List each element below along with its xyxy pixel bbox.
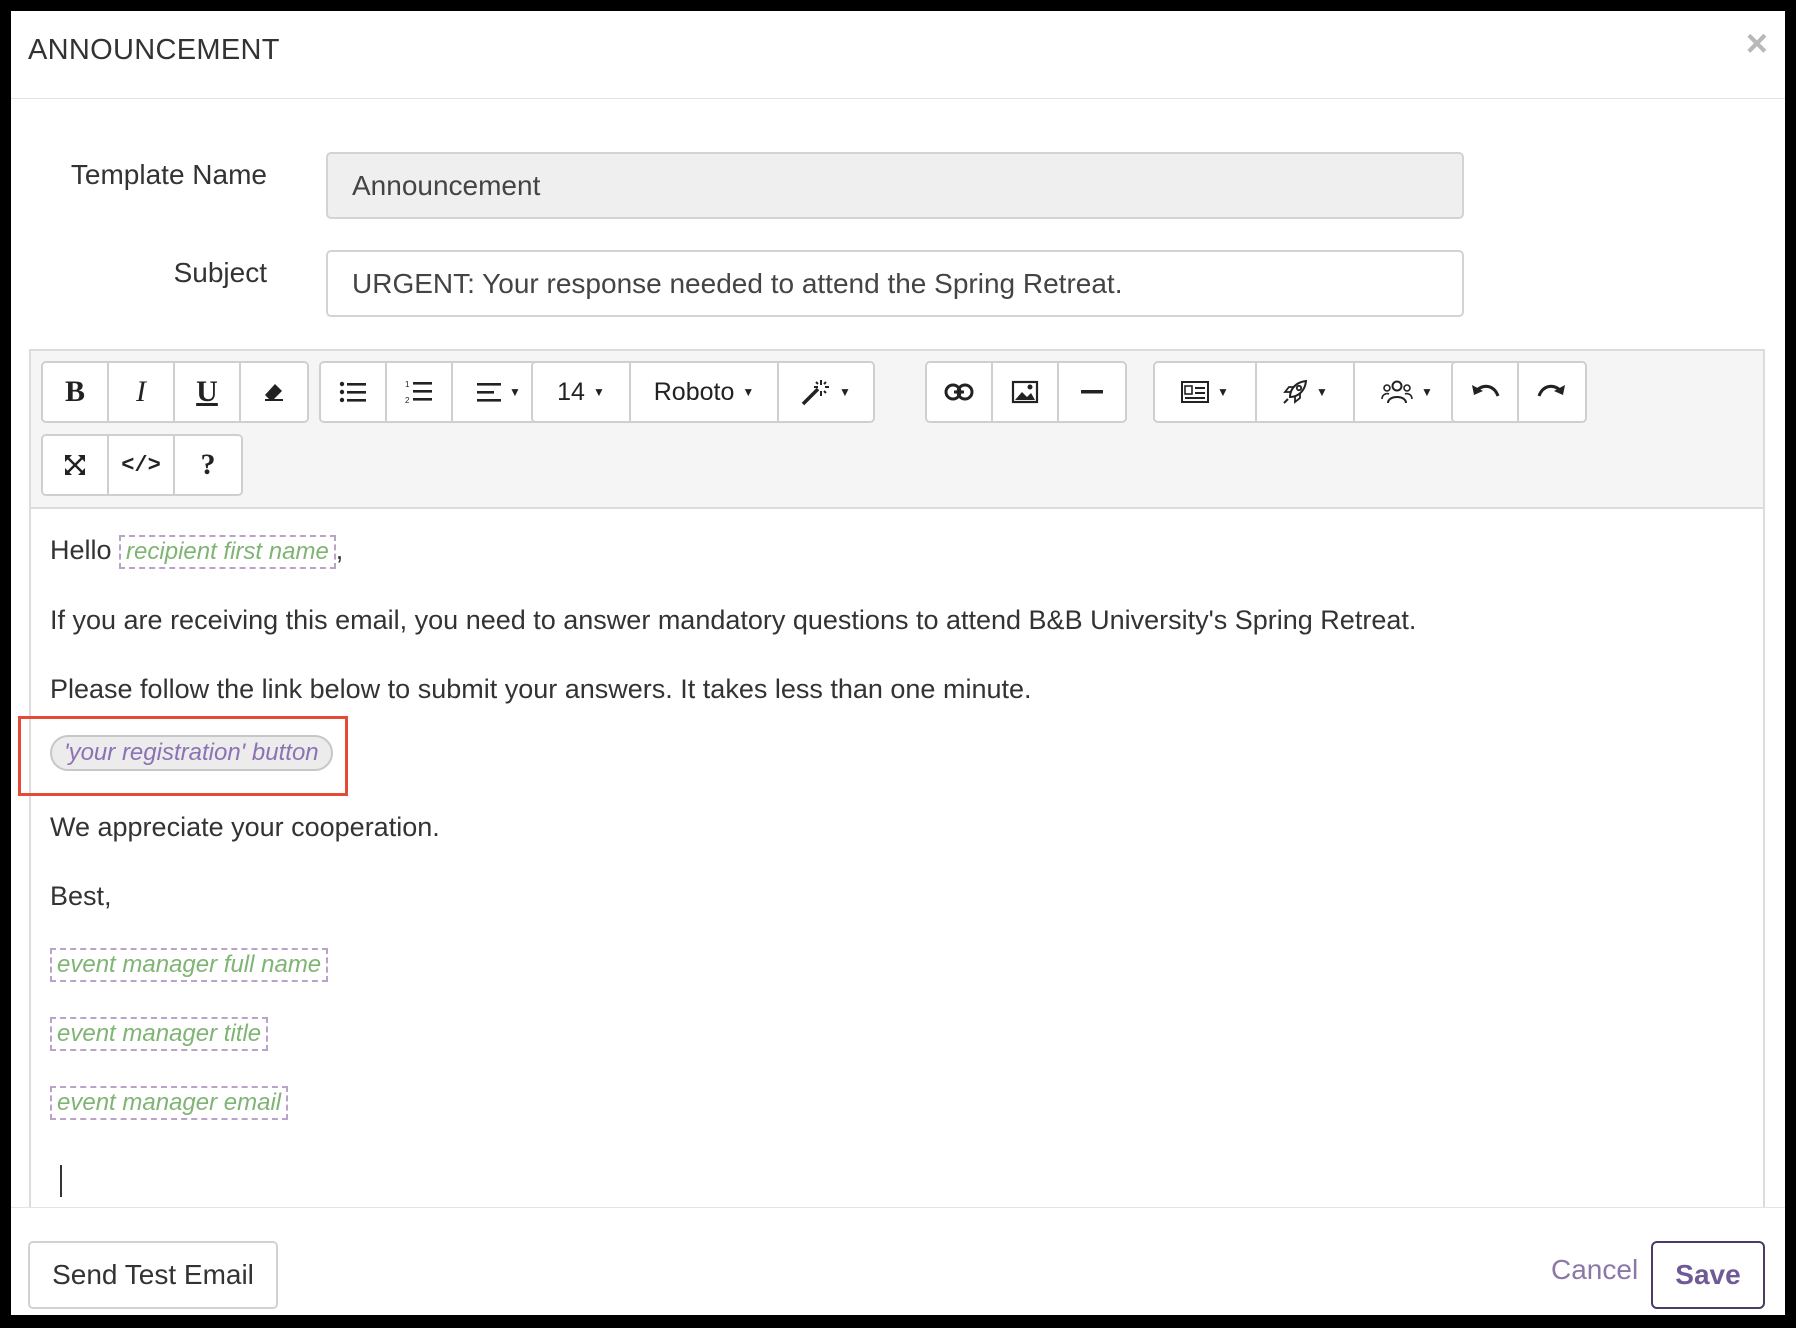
bold-button[interactable]: B <box>43 363 109 421</box>
save-button[interactable]: Save <box>1651 1241 1765 1309</box>
recipient-first-name-token[interactable]: recipient first name <box>119 535 336 569</box>
chevron-down-icon: ▼ <box>839 385 851 399</box>
insert-group <box>925 361 1127 423</box>
link-button[interactable] <box>927 363 993 421</box>
code-view-icon: </> <box>121 452 161 478</box>
align-icon <box>477 383 502 402</box>
dialog-footer: Send Test Email Cancel Save <box>11 1207 1785 1315</box>
signoff[interactable]: Best, <box>50 881 112 912</box>
font-group: 14 ▼ Roboto ▼ ▼ <box>531 361 875 423</box>
dialog-header: ANNOUNCEMENT × <box>11 11 1785 99</box>
close-icon[interactable]: × <box>1746 25 1768 63</box>
subject-label: Subject <box>173 257 267 288</box>
font-size-dropdown[interactable]: 14 ▼ <box>533 363 631 421</box>
paragraph-group: 12 ▼ <box>319 361 547 423</box>
ordered-list-icon: 12 <box>405 380 432 405</box>
event-fields-dropdown[interactable]: ▼ <box>1257 363 1355 421</box>
redo-icon <box>1537 384 1565 397</box>
underline-button[interactable]: U <box>175 363 241 421</box>
paragraph-3[interactable]: We appreciate your cooperation. <box>50 812 440 843</box>
registration-button-token[interactable]: 'your registration' button <box>50 735 333 771</box>
chevron-down-icon: ▼ <box>1217 385 1229 399</box>
registration-button-line[interactable]: 'your registration' button <box>50 735 333 771</box>
event-manager-full-name-token[interactable]: event manager full name <box>50 948 329 982</box>
svg-text:1: 1 <box>405 380 410 389</box>
svg-text:2: 2 <box>405 396 410 405</box>
underline-icon: U <box>196 375 218 408</box>
fullscreen-icon <box>65 455 85 475</box>
chevron-down-icon: ▼ <box>1421 385 1433 399</box>
rocket-icon <box>1283 379 1308 404</box>
dialog-title: ANNOUNCEMENT <box>28 34 280 66</box>
view-group: </> ? <box>41 434 243 496</box>
manager-email-line[interactable]: event manager email <box>50 1086 289 1120</box>
editor-toolbar: B I U 12 ▼ 14 ▼ Roboto ▼ ▼ ▼ ▼ ▼ </> ? <box>31 351 1763 509</box>
help-button[interactable]: ? <box>175 436 241 494</box>
people-fields-dropdown[interactable]: ▼ <box>1355 363 1459 421</box>
magic-wand-icon <box>801 380 830 406</box>
horizontal-rule-icon <box>1081 390 1103 394</box>
ordered-list-button[interactable]: 12 <box>387 363 453 421</box>
greeting-line[interactable]: Hello recipient first name, <box>50 535 343 569</box>
bold-icon: B <box>64 375 85 408</box>
horizontal-rule-button[interactable] <box>1059 363 1125 421</box>
image-icon <box>1011 380 1039 404</box>
paragraph-2[interactable]: Please follow the link below to submit y… <box>50 674 1032 705</box>
eraser-icon <box>265 384 283 401</box>
code-view-button[interactable]: </> <box>109 436 175 494</box>
chevron-down-icon: ▼ <box>592 385 605 399</box>
font-family-dropdown[interactable]: Roboto ▼ <box>631 363 779 421</box>
text-cursor <box>60 1165 62 1197</box>
chevron-down-icon: ▼ <box>509 385 521 399</box>
clear-format-button[interactable] <box>241 363 307 421</box>
fullscreen-button[interactable] <box>43 436 109 494</box>
manager-name-line[interactable]: event manager full name <box>50 948 329 982</box>
manager-title-line[interactable]: event manager title <box>50 1017 269 1051</box>
italic-icon: I <box>136 375 146 408</box>
redo-button[interactable] <box>1519 363 1585 421</box>
paragraph-1[interactable]: If you are receiving this email, you nee… <box>50 605 1416 636</box>
image-button[interactable] <box>993 363 1059 421</box>
template-name-label: Template Name <box>70 159 267 190</box>
undo-button[interactable] <box>1453 363 1519 421</box>
unordered-list-button[interactable] <box>321 363 387 421</box>
greeting-suffix: , <box>335 535 344 566</box>
undo-icon <box>1472 384 1500 397</box>
send-test-email-button[interactable]: Send Test Email <box>28 1241 278 1309</box>
greeting-text: Hello <box>50 535 112 566</box>
announcement-dialog: ANNOUNCEMENT × Template Name Announcemen… <box>11 11 1785 1315</box>
text-style-group: B I U <box>41 361 309 423</box>
unordered-list-icon <box>339 381 366 403</box>
chevron-down-icon: ▼ <box>1316 385 1328 399</box>
contact-card-icon <box>1181 381 1210 403</box>
link-icon <box>944 383 974 401</box>
template-name-input[interactable]: Announcement <box>326 152 1464 219</box>
event-manager-title-token[interactable]: event manager title <box>50 1017 269 1051</box>
cancel-link[interactable]: Cancel <box>1551 1254 1638 1286</box>
italic-button[interactable]: I <box>109 363 175 421</box>
subject-input[interactable]: URGENT: Your response needed to attend t… <box>326 250 1464 317</box>
contact-fields-dropdown[interactable]: ▼ <box>1155 363 1257 421</box>
font-family-value: Roboto <box>653 377 735 406</box>
help-icon: ? <box>200 448 216 481</box>
chevron-down-icon: ▼ <box>742 385 755 399</box>
people-icon <box>1381 380 1413 404</box>
font-size-value: 14 <box>557 377 585 406</box>
history-group <box>1451 361 1587 423</box>
style-dropdown[interactable]: ▼ <box>779 363 873 421</box>
event-manager-email-token[interactable]: event manager email <box>50 1086 289 1120</box>
merge-field-group: ▼ ▼ ▼ <box>1153 361 1461 423</box>
